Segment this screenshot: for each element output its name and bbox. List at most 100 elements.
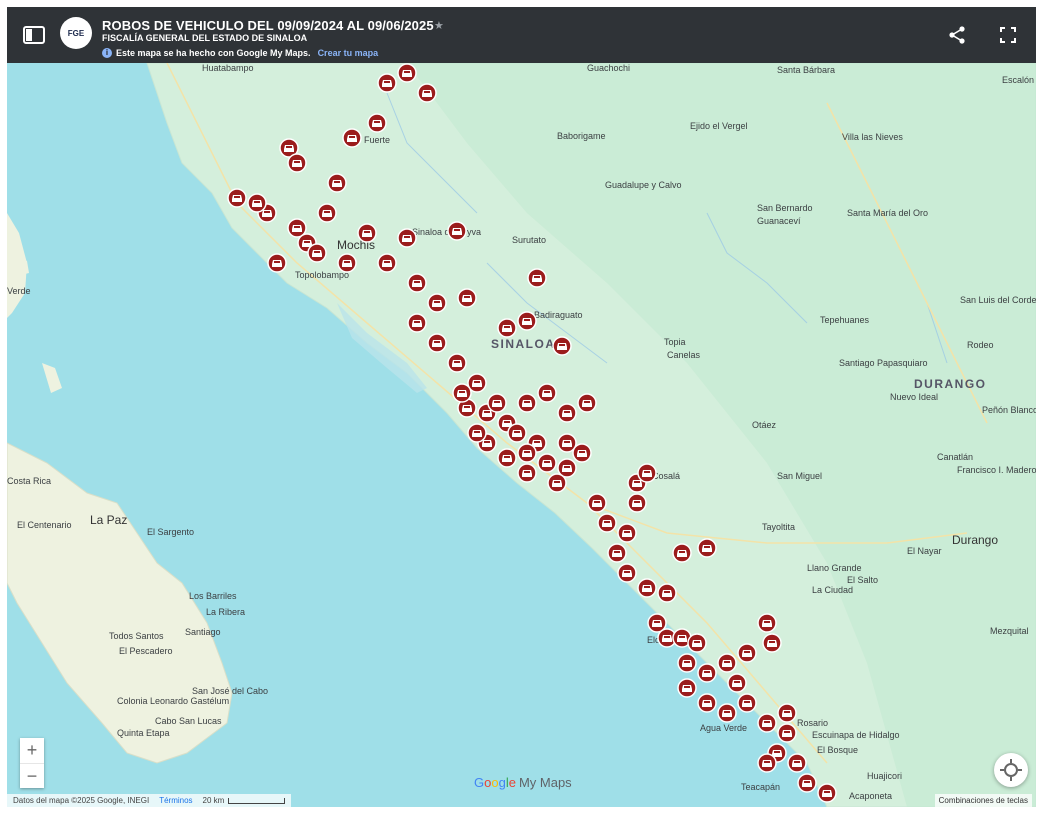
car-icon[interactable] bbox=[687, 633, 707, 653]
car-icon[interactable] bbox=[537, 453, 557, 473]
place-label: Colonia Leonardo Gastélum bbox=[117, 696, 229, 706]
car-icon[interactable] bbox=[342, 128, 362, 148]
car-icon[interactable] bbox=[657, 583, 677, 603]
car-icon[interactable] bbox=[397, 228, 417, 248]
map-canvas[interactable]: Huatabampo Guachochi Santa Bárbara Escalón B… bbox=[7, 63, 1036, 807]
car-icon[interactable] bbox=[672, 543, 692, 563]
car-icon[interactable] bbox=[447, 221, 467, 241]
car-icon[interactable] bbox=[407, 313, 427, 333]
car-icon[interactable] bbox=[337, 253, 357, 273]
my-maps-notice: i Este mapa se ha hecho con Google My Ma… bbox=[102, 48, 378, 58]
car-icon[interactable] bbox=[587, 493, 607, 513]
car-icon[interactable] bbox=[267, 253, 287, 273]
car-icon[interactable] bbox=[497, 448, 517, 468]
car-icon[interactable] bbox=[537, 383, 557, 403]
car-icon[interactable] bbox=[452, 383, 472, 403]
car-icon[interactable] bbox=[497, 318, 517, 338]
car-icon[interactable] bbox=[577, 393, 597, 413]
car-icon[interactable] bbox=[637, 578, 657, 598]
car-icon[interactable] bbox=[777, 703, 797, 723]
car-icon[interactable] bbox=[787, 753, 807, 773]
car-icon[interactable] bbox=[377, 253, 397, 273]
share-icon[interactable] bbox=[947, 25, 967, 45]
car-icon[interactable] bbox=[357, 223, 377, 243]
car-icon[interactable] bbox=[317, 203, 337, 223]
car-icon[interactable] bbox=[557, 403, 577, 423]
car-icon[interactable] bbox=[247, 193, 267, 213]
place-label: Nuevo Ideal bbox=[890, 392, 938, 402]
car-icon[interactable] bbox=[637, 463, 657, 483]
place-label: Guadalupe y Calvo bbox=[605, 180, 682, 190]
zoom-out-button[interactable]: − bbox=[20, 764, 44, 789]
place-label: Escalón bbox=[1002, 75, 1034, 85]
info-icon: i bbox=[102, 48, 112, 58]
car-icon[interactable] bbox=[377, 73, 397, 93]
car-icon[interactable] bbox=[697, 538, 717, 558]
car-icon[interactable] bbox=[517, 311, 537, 331]
car-icon[interactable] bbox=[757, 753, 777, 773]
place-label: Cabo San Lucas bbox=[155, 716, 222, 726]
car-icon[interactable] bbox=[227, 188, 247, 208]
car-icon[interactable] bbox=[457, 288, 477, 308]
car-icon[interactable] bbox=[757, 713, 777, 733]
star-icon[interactable]: ★ bbox=[434, 19, 444, 32]
car-icon[interactable] bbox=[697, 693, 717, 713]
keyboard-shortcuts-link[interactable]: Combinaciones de teclas bbox=[934, 794, 1032, 807]
car-icon[interactable] bbox=[327, 173, 347, 193]
create-map-link[interactable]: Crear tu mapa bbox=[318, 48, 379, 58]
map-header: FGE ROBOS DE VEHICULO DEL 09/09/2024 AL … bbox=[7, 7, 1036, 63]
sidebar-toggle-icon[interactable] bbox=[23, 25, 45, 45]
my-location-icon[interactable] bbox=[994, 753, 1028, 787]
car-icon[interactable] bbox=[287, 153, 307, 173]
car-icon[interactable] bbox=[677, 678, 697, 698]
car-icon[interactable] bbox=[697, 663, 717, 683]
place-label: Escuinapa de Hidalgo bbox=[812, 730, 900, 740]
place-label: Rosario bbox=[797, 718, 828, 728]
car-icon[interactable] bbox=[757, 613, 777, 633]
car-icon[interactable] bbox=[517, 443, 537, 463]
car-icon[interactable] bbox=[507, 423, 527, 443]
car-icon[interactable] bbox=[762, 633, 782, 653]
car-icon[interactable] bbox=[737, 693, 757, 713]
car-icon[interactable] bbox=[737, 643, 757, 663]
place-label: Todos Santos bbox=[109, 631, 164, 641]
car-icon[interactable] bbox=[397, 63, 417, 83]
zoom-in-button[interactable]: + bbox=[20, 738, 44, 764]
car-icon[interactable] bbox=[817, 783, 837, 803]
car-icon[interactable] bbox=[617, 563, 637, 583]
car-icon[interactable] bbox=[777, 723, 797, 743]
car-icon[interactable] bbox=[727, 673, 747, 693]
car-icon[interactable] bbox=[367, 113, 387, 133]
place-label: El Sargento bbox=[147, 527, 194, 537]
car-icon[interactable] bbox=[427, 293, 447, 313]
car-icon[interactable] bbox=[617, 523, 637, 543]
car-icon[interactable] bbox=[572, 443, 592, 463]
car-icon[interactable] bbox=[717, 653, 737, 673]
terms-link[interactable]: Términos bbox=[159, 796, 192, 805]
fullscreen-icon[interactable] bbox=[998, 25, 1018, 45]
car-icon[interactable] bbox=[717, 703, 737, 723]
car-icon[interactable] bbox=[307, 243, 327, 263]
car-icon[interactable] bbox=[677, 653, 697, 673]
car-icon[interactable] bbox=[447, 353, 467, 373]
place-label: El Nayar bbox=[907, 546, 942, 556]
car-icon[interactable] bbox=[487, 393, 507, 413]
car-icon[interactable] bbox=[527, 268, 547, 288]
place-label: Acaponeta bbox=[849, 791, 892, 801]
place-label: El Bosque bbox=[817, 745, 858, 755]
car-icon[interactable] bbox=[552, 336, 572, 356]
car-icon[interactable] bbox=[467, 423, 487, 443]
car-icon[interactable] bbox=[607, 543, 627, 563]
place-label: Canatlán bbox=[937, 452, 973, 462]
car-icon[interactable] bbox=[797, 773, 817, 793]
car-icon[interactable] bbox=[547, 473, 567, 493]
car-icon[interactable] bbox=[517, 463, 537, 483]
place-label: Tepehuanes bbox=[820, 315, 870, 325]
car-icon[interactable] bbox=[517, 393, 537, 413]
car-icon[interactable] bbox=[417, 83, 437, 103]
car-icon[interactable] bbox=[597, 513, 617, 533]
car-icon[interactable] bbox=[627, 493, 647, 513]
place-label: Baborigame bbox=[557, 131, 606, 141]
car-icon[interactable] bbox=[427, 333, 447, 353]
car-icon[interactable] bbox=[407, 273, 427, 293]
